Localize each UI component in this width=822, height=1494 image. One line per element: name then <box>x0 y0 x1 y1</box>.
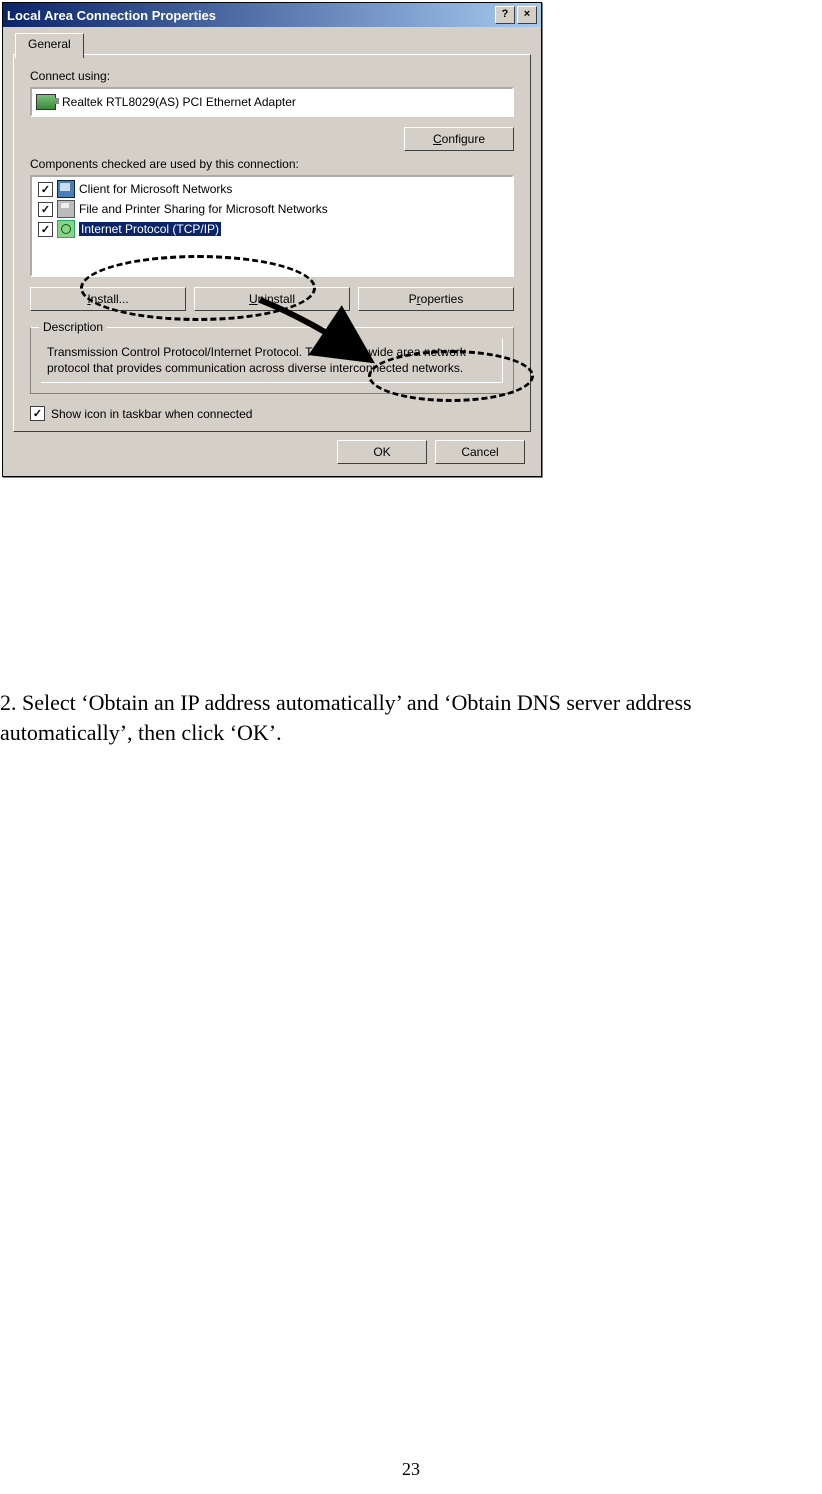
checkbox-icon[interactable]: ✓ <box>38 202 53 217</box>
connect-using-label: Connect using: <box>30 69 514 83</box>
checkbox-icon[interactable]: ✓ <box>38 182 53 197</box>
help-button[interactable]: ? <box>495 6 515 24</box>
components-list[interactable]: ✓ Client for Microsoft Networks ✓ File a… <box>30 175 514 277</box>
checkbox-icon[interactable]: ✓ <box>38 222 53 237</box>
instruction-text: 2. Select ‘Obtain an IP address automati… <box>0 688 820 747</box>
configure-button[interactable]: Configure <box>404 127 514 151</box>
components-label: Components checked are used by this conn… <box>30 157 514 171</box>
titlebar: Local Area Connection Properties ? × <box>3 3 541 27</box>
window-title: Local Area Connection Properties <box>7 8 493 23</box>
description-text: Transmission Control Protocol/Internet P… <box>41 338 503 383</box>
printer-icon <box>57 200 75 218</box>
cancel-button[interactable]: Cancel <box>435 440 525 464</box>
description-group: Description Transmission Control Protoco… <box>30 327 514 394</box>
properties-dialog: Local Area Connection Properties ? × Gen… <box>2 2 542 477</box>
tab-panel: Connect using: Realtek RTL8029(AS) PCI E… <box>13 54 531 432</box>
component-label: File and Printer Sharing for Microsoft N… <box>79 202 328 216</box>
uninstall-button[interactable]: Uninstall <box>194 287 350 311</box>
description-title: Description <box>39 320 107 334</box>
component-row[interactable]: ✓ Internet Protocol (TCP/IP) <box>36 219 508 239</box>
page-number: 23 <box>0 1459 822 1480</box>
close-button[interactable]: × <box>517 6 537 24</box>
client-icon <box>57 180 75 198</box>
tab-strip: General <box>13 33 531 55</box>
component-row[interactable]: ✓ Client for Microsoft Networks <box>36 179 508 199</box>
ok-button[interactable]: OK <box>337 440 427 464</box>
component-label: Internet Protocol (TCP/IP) <box>79 222 221 236</box>
properties-button[interactable]: Properties <box>358 287 514 311</box>
show-icon-label: Show icon in taskbar when connected <box>51 407 252 421</box>
adapter-field: Realtek RTL8029(AS) PCI Ethernet Adapter <box>30 87 514 117</box>
protocol-icon <box>57 220 75 238</box>
component-label: Client for Microsoft Networks <box>79 182 232 196</box>
adapter-name: Realtek RTL8029(AS) PCI Ethernet Adapter <box>62 95 296 109</box>
tab-general[interactable]: General <box>15 33 84 58</box>
nic-icon <box>36 94 56 110</box>
show-icon-checkbox[interactable]: ✓ <box>30 406 45 421</box>
component-row[interactable]: ✓ File and Printer Sharing for Microsoft… <box>36 199 508 219</box>
install-button[interactable]: Install... <box>30 287 186 311</box>
